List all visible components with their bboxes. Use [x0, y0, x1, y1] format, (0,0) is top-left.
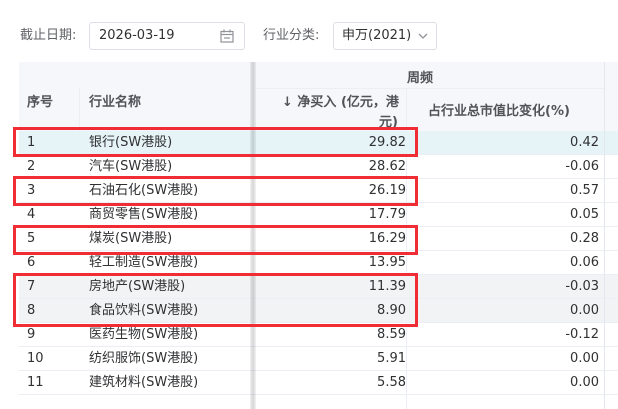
industry-select[interactable]: 申万(2021)	[333, 22, 437, 50]
row-industry-name: 银行(SW港股)	[89, 135, 173, 150]
date-label: 截止日期:	[20, 28, 77, 43]
header-net-buy-unit: 元)	[379, 115, 398, 130]
row-index: 6	[27, 255, 36, 270]
row-index: 1	[27, 135, 36, 150]
row-industry-name: 商贸零售(SW港股)	[89, 207, 199, 222]
header-net-buy[interactable]: ↓ 净买入 (亿元，港	[282, 91, 399, 110]
table-row[interactable]: 5 煤炭(SW港股) 16.29 0.28	[19, 227, 618, 251]
row-index: 9	[27, 327, 36, 342]
calendar-icon	[220, 29, 234, 43]
group-header-weekly: 周频	[407, 71, 434, 86]
table-row[interactable]: 3 石油石化(SW港股) 26.19 0.57	[19, 179, 618, 203]
row-net-buy: 11.39	[368, 279, 406, 294]
table-header-group-row: 周频	[19, 62, 618, 88]
row-industry-name: 纺织服饰(SW港股)	[89, 351, 199, 366]
table-row[interactable]: 1 银行(SW港股) 29.82 0.42	[19, 131, 618, 155]
row-change-ratio: -0.06	[565, 159, 599, 174]
date-value: 2026-03-19	[99, 28, 175, 43]
table-row[interactable]: 4 商贸零售(SW港股) 17.79 0.05	[19, 203, 618, 227]
header-industry-name: 行业名称	[89, 95, 142, 110]
row-change-ratio: 0.05	[570, 207, 599, 222]
row-index: 5	[27, 231, 36, 246]
row-index: 11	[27, 375, 44, 390]
row-industry-name: 医药生物(SW港股)	[89, 327, 199, 342]
industry-table: 周频 序号 行业名称 ↓ 净买入 (亿元，港 元) 占行业总市值比变化(%) 1…	[19, 62, 618, 409]
table-row[interactable]: 11 建筑材料(SW港股) 5.58 0.00	[19, 371, 618, 395]
date-picker[interactable]: 2026-03-19	[89, 22, 245, 50]
row-index: 3	[27, 183, 36, 198]
row-change-ratio: -0.12	[565, 327, 599, 342]
industry-value: 申万(2021)	[342, 28, 412, 43]
row-change-ratio: 0.00	[570, 351, 599, 366]
row-index: 2	[27, 159, 36, 174]
table-row[interactable]: 2 汽车(SW港股) 28.62 -0.06	[19, 155, 618, 179]
row-index: 8	[27, 303, 36, 318]
row-industry-name: 房地产(SW港股)	[89, 279, 186, 294]
row-change-ratio: 0.42	[570, 135, 599, 150]
row-net-buy: 13.95	[368, 255, 406, 270]
row-change-ratio: 0.06	[570, 255, 599, 270]
row-industry-name: 煤炭(SW港股)	[89, 231, 173, 246]
row-change-ratio: 0.00	[570, 303, 599, 318]
column-separator	[79, 88, 80, 131]
table-row[interactable]: 10 纺织服饰(SW港股) 5.91 0.00	[19, 347, 618, 371]
table-row[interactable]: 9 医药生物(SW港股) 8.59 -0.12	[19, 323, 618, 347]
table-row[interactable]: 7 房地产(SW港股) 11.39 -0.03	[19, 275, 618, 299]
fixed-column-shadow	[250, 62, 256, 409]
row-change-ratio: 0.57	[570, 183, 599, 198]
row-net-buy: 8.90	[377, 303, 406, 318]
row-change-ratio: 0.28	[570, 231, 599, 246]
row-industry-name: 汽车(SW港股)	[89, 159, 173, 174]
row-net-buy: 5.91	[377, 351, 406, 366]
row-index: 4	[27, 207, 36, 222]
header-change-ratio[interactable]: 占行业总市值比变化(%)	[428, 100, 570, 119]
industry-label: 行业分类:	[263, 28, 320, 43]
row-net-buy: 28.62	[368, 159, 406, 174]
header-index: 序号	[27, 95, 54, 110]
filter-bar: 截止日期: 2026-03-19 行业分类: 申万(2021)	[0, 0, 618, 60]
row-industry-name: 轻工制造(SW港股)	[89, 255, 199, 270]
row-index: 7	[27, 279, 36, 294]
chevron-down-icon	[418, 33, 428, 39]
row-change-ratio: 0.00	[570, 375, 599, 390]
row-industry-name: 石油石化(SW港股)	[89, 183, 199, 198]
table-right-edge	[604, 62, 605, 409]
row-change-ratio: -0.03	[565, 279, 599, 294]
row-index: 10	[27, 351, 44, 366]
row-industry-name: 食品饮料(SW港股)	[89, 303, 199, 318]
row-net-buy: 17.79	[368, 207, 406, 222]
row-net-buy: 29.82	[368, 135, 406, 150]
row-net-buy: 16.29	[368, 231, 406, 246]
row-net-buy: 8.59	[377, 327, 406, 342]
table-row[interactable]: 8 食品饮料(SW港股) 8.90 0.00	[19, 299, 618, 323]
row-net-buy: 5.58	[377, 375, 406, 390]
header-divider	[256, 88, 604, 89]
row-industry-name: 建筑材料(SW港股)	[89, 375, 199, 390]
table-row[interactable]: 6 轻工制造(SW港股) 13.95 0.06	[19, 251, 618, 275]
row-net-buy: 26.19	[368, 183, 406, 198]
